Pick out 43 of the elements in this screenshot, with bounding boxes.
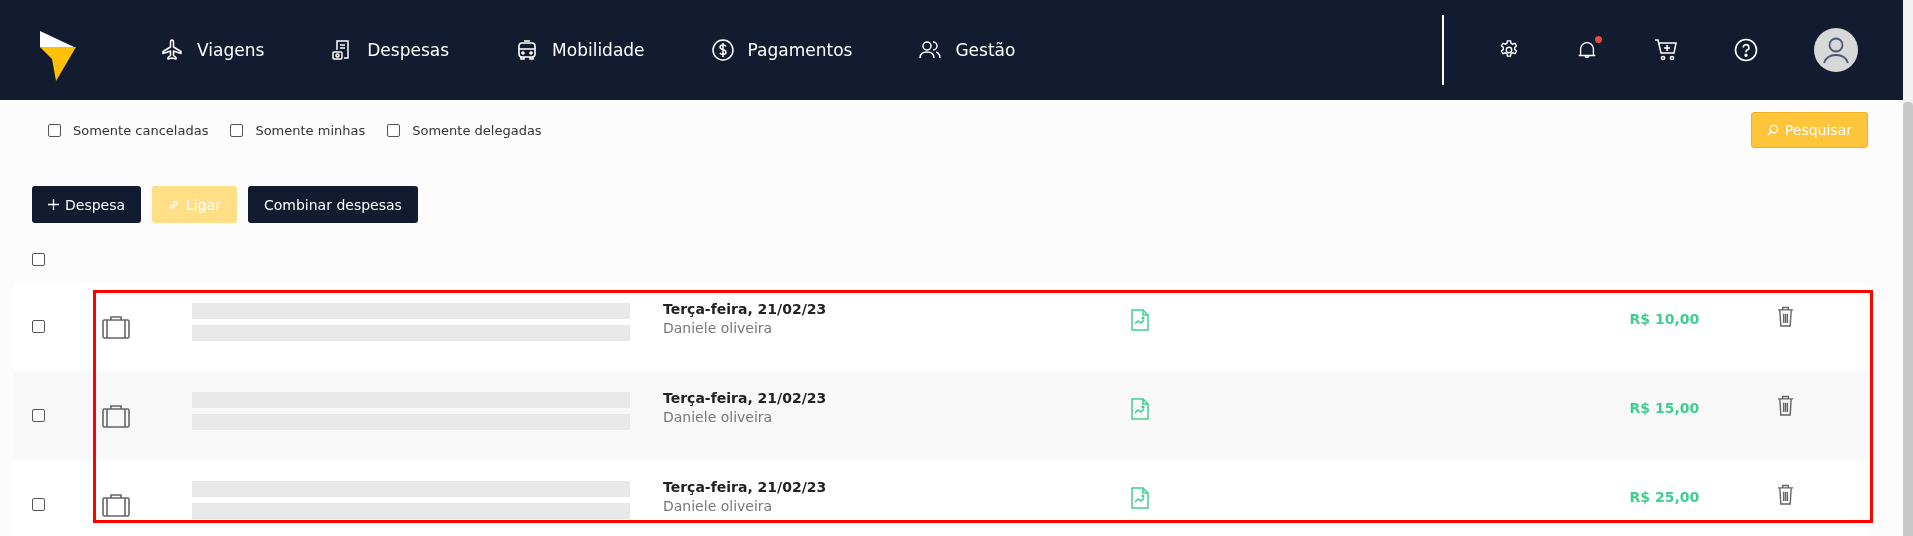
person-name: Daniele oliveira [663, 320, 774, 336]
checkbox-label: Somente delegadas [412, 122, 542, 138]
trash-icon[interactable] [1777, 484, 1795, 505]
checkbox[interactable] [387, 123, 401, 137]
expense-amount: R$ 25,00 [1628, 488, 1700, 505]
select-all-checkbox[interactable] [32, 253, 45, 266]
expense-date: Terça-feira, 21/02/23 [663, 390, 827, 406]
nav-link[interactable]: Mobilidade [515, 38, 645, 62]
checkbox-label: Somente canceladas [73, 122, 209, 138]
row-checkbox[interactable] [32, 320, 45, 333]
expense-amount: R$ 10,00 [1628, 310, 1700, 327]
scrollbar[interactable] [1903, 0, 1913, 536]
briefcase-icon [102, 492, 130, 517]
trash-icon[interactable] [1777, 395, 1795, 416]
checkbox[interactable] [230, 123, 244, 137]
help-icon[interactable] [1734, 38, 1758, 62]
nav-link[interactable]: Gestão [918, 38, 1016, 62]
person-name: Daniele oliveira [663, 498, 774, 514]
row-checkbox[interactable] [32, 409, 45, 422]
expense-amount: R$ 15,00 [1628, 399, 1700, 416]
briefcase-icon [102, 403, 130, 428]
row-checkbox[interactable] [32, 498, 45, 511]
expense-date: Terça-feira, 21/02/23 [663, 479, 827, 495]
trash-icon[interactable] [1777, 306, 1795, 327]
person-name: Daniele oliveira [663, 409, 774, 425]
expense-date: Terça-feira, 21/02/23 [663, 301, 827, 317]
airplane-icon [160, 38, 184, 62]
plus-icon [48, 199, 59, 210]
nav-link[interactable]: Despesas [330, 38, 450, 62]
briefcase-icon [102, 314, 130, 339]
action-button[interactable]: Combinar despesas [248, 186, 418, 223]
expense-row[interactable]: Terça-feira, 21/02/23 Daniele oliveira R$ 15,00 [14, 372, 1868, 459]
logo-icon[interactable] [38, 29, 78, 81]
checkbox-label: Somente minhas [255, 122, 366, 138]
dollar-coin-icon [710, 38, 735, 62]
link-icon [168, 198, 181, 211]
cart-add-icon[interactable] [1654, 38, 1678, 62]
nav-link[interactable]: Pagamentos [710, 38, 853, 62]
nav-link[interactable]: Viagens [160, 38, 265, 62]
action-button[interactable]: Despesa [32, 186, 142, 223]
avatar-icon[interactable] [1814, 28, 1858, 72]
search-icon [1766, 124, 1779, 136]
checkbox[interactable] [48, 123, 61, 137]
